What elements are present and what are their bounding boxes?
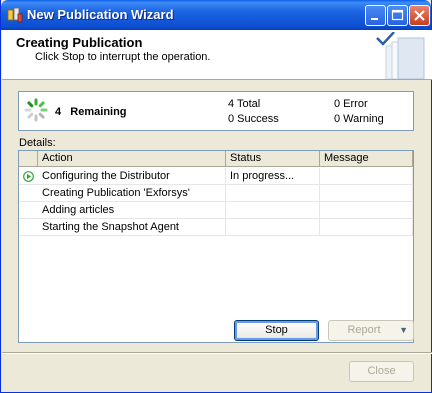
cell-status — [226, 219, 320, 235]
minimize-button[interactable] — [365, 5, 386, 26]
progress-spinner-icon — [24, 98, 48, 122]
column-header-icon[interactable] — [19, 151, 38, 167]
cell-message — [320, 168, 413, 184]
total-count: 4 Total — [228, 98, 261, 110]
window-title: New Publication Wizard — [27, 7, 174, 22]
maximize-button[interactable] — [387, 5, 408, 26]
cell-action: Starting the Snapshot Agent — [38, 219, 226, 235]
stop-button[interactable]: Stop — [234, 320, 319, 341]
cell-message — [320, 219, 413, 235]
books-illustration-icon — [376, 32, 425, 79]
divider — [2, 352, 432, 354]
in-progress-arrow-icon — [23, 171, 34, 182]
maximize-icon — [391, 9, 404, 21]
close-button[interactable]: Close — [349, 361, 414, 382]
column-header-status[interactable]: Status — [226, 151, 320, 167]
progress-summary: 4 Remaining 4 Total 0 Success 0 Error 0 … — [18, 91, 414, 131]
report-label: Report — [347, 324, 381, 336]
wizard-window: New Publication Wizard Creating Publicat… — [0, 0, 432, 393]
table-row[interactable]: Configuring the Distributor In progress.… — [19, 168, 413, 185]
cell-action: Creating Publication 'Exforsys' — [38, 185, 226, 201]
details-grid[interactable]: Action Status Message Configuring the Di… — [18, 150, 414, 343]
close-icon — [414, 10, 425, 21]
report-button[interactable]: Report ▼ — [328, 320, 414, 341]
cell-action: Configuring the Distributor — [38, 168, 226, 184]
warning-count: 0 Warning — [334, 113, 384, 125]
column-header-message[interactable]: Message — [320, 151, 413, 167]
cell-status — [226, 185, 320, 201]
success-count: 0 Success — [228, 113, 279, 125]
cell-action: Adding articles — [38, 202, 226, 218]
title-bar[interactable]: New Publication Wizard — [1, 0, 431, 30]
minimize-icon — [371, 18, 378, 20]
cell-message — [320, 202, 413, 218]
remaining-count: 4 Remaining — [55, 106, 127, 118]
page-title: Creating Publication — [16, 35, 143, 50]
details-label: Details: — [19, 137, 56, 149]
cell-status — [226, 202, 320, 218]
cell-status: In progress... — [226, 168, 320, 184]
page-subtitle: Click Stop to interrupt the operation. — [35, 51, 211, 63]
error-count: 0 Error — [334, 98, 368, 110]
wizard-header: Creating Publication Click Stop to inter… — [2, 30, 432, 80]
column-header-action[interactable]: Action — [38, 151, 226, 167]
cell-message — [320, 185, 413, 201]
dropdown-arrow-icon: ▼ — [399, 325, 408, 335]
close-window-button[interactable] — [409, 5, 430, 26]
table-row[interactable]: Starting the Snapshot Agent — [19, 219, 413, 236]
table-row[interactable]: Creating Publication 'Exforsys' — [19, 185, 413, 202]
publication-wizard-icon — [7, 7, 23, 23]
table-row[interactable]: Adding articles — [19, 202, 413, 219]
